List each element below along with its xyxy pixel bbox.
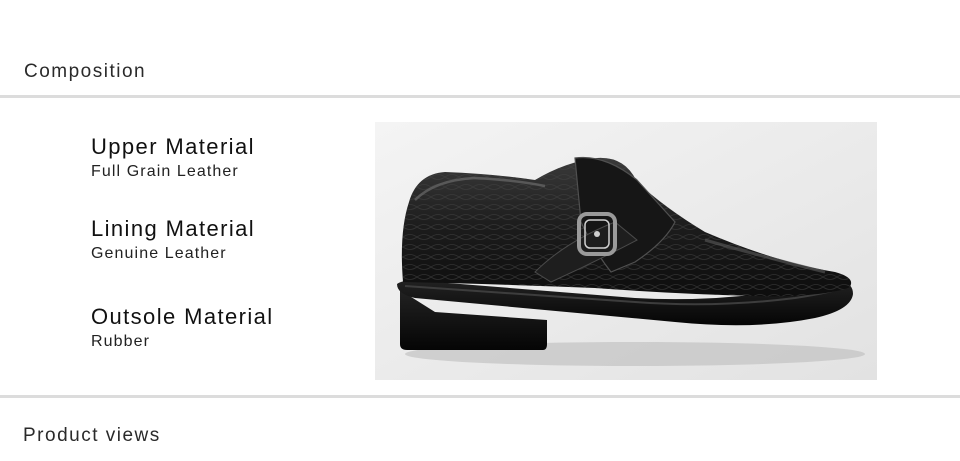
product-views-heading: Product views [23,425,161,446]
spec-value: Genuine Leather [91,245,227,262]
composition-page: Composition Upper Material Full Grain Le… [0,0,960,461]
spec-title: Outsole Material [91,304,274,329]
spec-upper-material: Upper Material Full Grain Leather [91,134,255,182]
spec-outsole-material: Outsole Material Rubber [91,304,274,352]
composition-heading: Composition [24,61,147,82]
product-image-shoe [375,122,877,380]
spec-value: Rubber [91,333,151,350]
spec-title: Lining Material [91,216,256,241]
spec-value: Full Grain Leather [91,163,239,180]
spec-lining-material: Lining Material Genuine Leather [91,216,255,264]
spec-title: Upper Material [91,134,255,159]
bottom-divider [0,395,960,398]
top-divider [0,95,960,98]
